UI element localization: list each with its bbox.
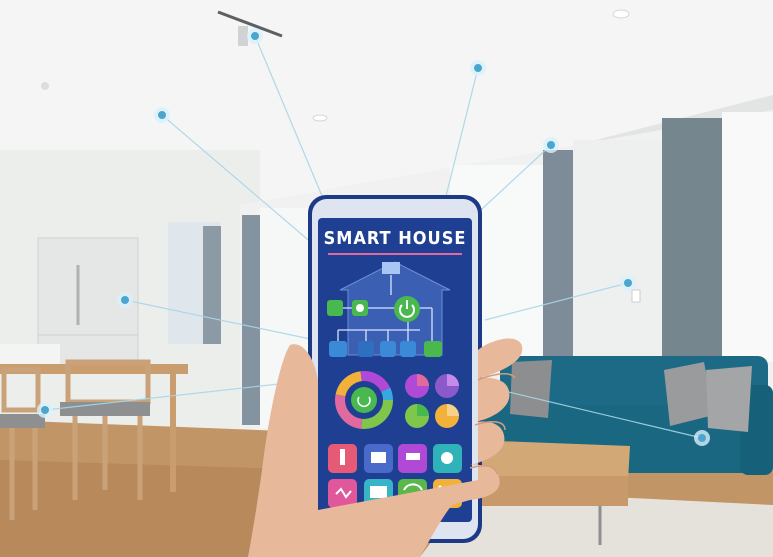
phone-app-title: SMART HOUSE [323, 228, 467, 249]
smart-home-photo: SMART HOUSE [0, 0, 773, 557]
hand [248, 338, 523, 557]
